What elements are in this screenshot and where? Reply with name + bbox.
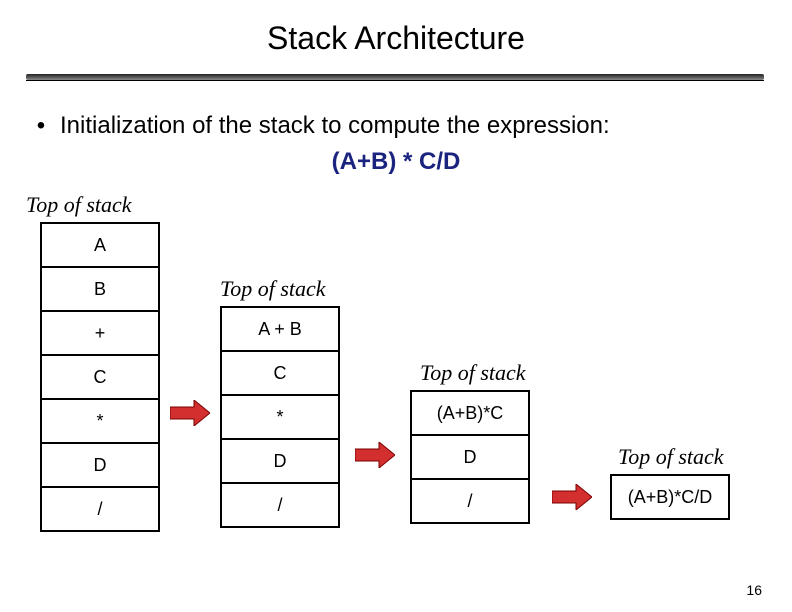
top-of-stack-label-3: Top of stack [420, 360, 526, 386]
stack-cell: A + B [220, 306, 340, 350]
bullet-dot-icon: • [34, 112, 48, 140]
top-of-stack-label-4: Top of stack [618, 444, 724, 470]
stack-cell: D [410, 434, 530, 478]
stack-4: (A+B)*C/D [610, 474, 730, 520]
stack-1: A B + C * D / [40, 222, 160, 532]
stack-cell: * [40, 398, 160, 442]
stack-cell: C [40, 354, 160, 398]
stack-cell: (A+B)*C [410, 390, 530, 434]
stack-cell: / [410, 478, 530, 524]
title-rule-thin [26, 80, 764, 81]
stack-cell: A [40, 222, 160, 266]
stack-3: (A+B)*C D / [410, 390, 530, 524]
arrow-icon [552, 484, 592, 510]
stack-cell: B [40, 266, 160, 310]
stack-2: A + B C * D / [220, 306, 340, 528]
stack-cell: (A+B)*C/D [610, 474, 730, 520]
slide: Stack Architecture • Initialization of t… [0, 0, 792, 612]
page-number: 16 [746, 582, 762, 598]
page-title: Stack Architecture [0, 20, 792, 57]
stack-cell: C [220, 350, 340, 394]
top-of-stack-label-2: Top of stack [220, 276, 326, 302]
stack-cell: D [40, 442, 160, 486]
stack-cell: D [220, 438, 340, 482]
stack-cell: / [40, 486, 160, 532]
bullet-item: • Initialization of the stack to compute… [34, 112, 610, 140]
stack-cell: * [220, 394, 340, 438]
stack-cell: / [220, 482, 340, 528]
expression-text: (A+B) * C/D [0, 148, 792, 176]
stack-cell: + [40, 310, 160, 354]
bullet-text: Initialization of the stack to compute t… [60, 112, 610, 140]
arrow-icon [355, 442, 395, 468]
arrow-icon [170, 400, 210, 426]
top-of-stack-label-1: Top of stack [26, 192, 132, 218]
